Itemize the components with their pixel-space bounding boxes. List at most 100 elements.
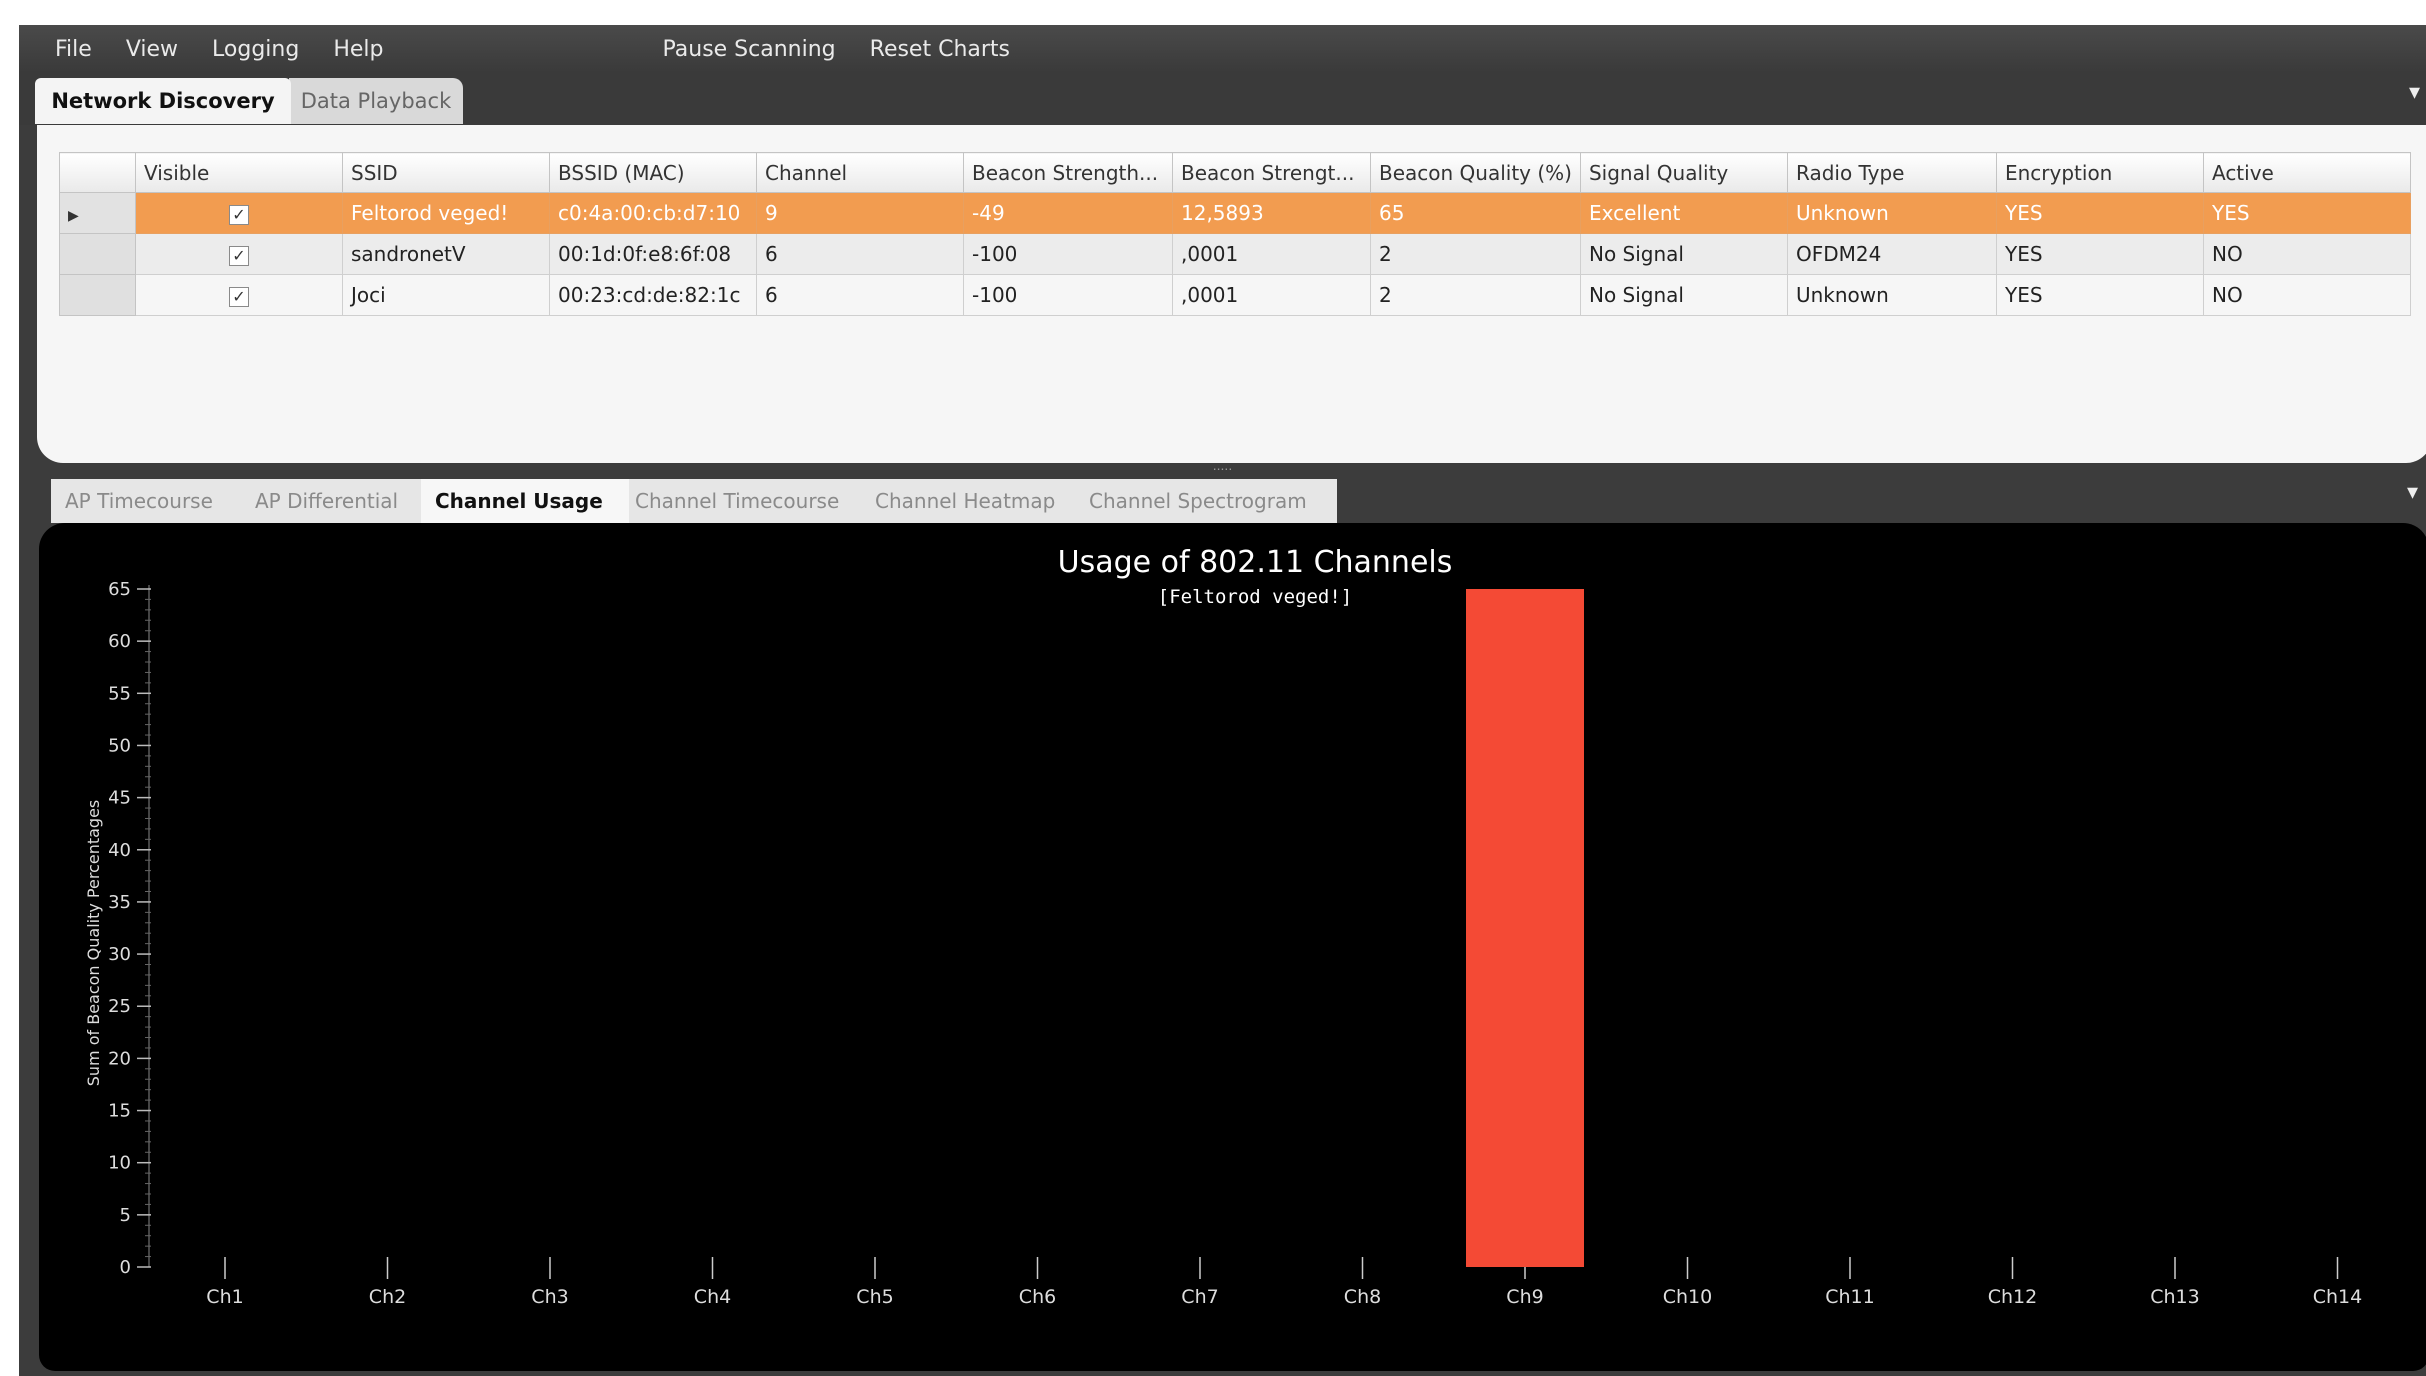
x-tick-label: Ch1 (206, 1286, 243, 1308)
channel-cell: 6 (756, 274, 964, 316)
pause-scanning-button[interactable]: Pause Scanning (645, 37, 852, 62)
signal-quality-cell: Excellent (1579, 192, 1788, 234)
row-selector[interactable] (59, 233, 136, 275)
bssid-cell: 00:23:cd:de:82:1c (549, 274, 757, 316)
signal-quality-cell: No Signal (1579, 233, 1788, 275)
tab-channel-usage[interactable]: Channel Usage (421, 479, 629, 523)
column-header[interactable]: SSID (342, 152, 550, 193)
visible-cell: ✓ (135, 192, 343, 234)
ssid-cell: sandronetV (342, 233, 550, 275)
beacon-quality-cell: 2 (1370, 274, 1581, 316)
network-list-panel: Visible SSID BSSID (MAC) Channel Beacon … (37, 125, 2426, 463)
ssid-cell: Feltorod veged! (342, 192, 550, 234)
chart-panel-menu-icon[interactable]: ▾ (2407, 479, 2418, 505)
x-tick-label: Ch14 (2313, 1286, 2363, 1308)
tab-network-discovery[interactable]: Network Discovery (35, 78, 291, 124)
beacon-strength-dbm-cell: -49 (963, 192, 1173, 234)
tab-data-playback[interactable]: Data Playback (289, 78, 463, 124)
x-tick-label: Ch7 (1181, 1286, 1218, 1308)
column-header[interactable]: Encryption (1995, 152, 2204, 193)
beacon-quality-cell: 65 (1370, 192, 1581, 234)
signal-quality-cell: No Signal (1579, 274, 1788, 316)
x-tick-label: Ch6 (1019, 1286, 1056, 1308)
y-tick-label: 35 (108, 892, 131, 913)
y-tick-label: 45 (108, 788, 131, 809)
column-header[interactable]: Active (2202, 152, 2411, 193)
y-tick-label: 40 (108, 840, 131, 861)
table-row[interactable]: ✓ Joci 00:23:cd:de:82:1c 6 -100 ,0001 2 … (59, 274, 2411, 316)
beacon-strength-mw-cell: 12,5893 (1172, 192, 1371, 234)
x-tick-label: Ch9 (1506, 1286, 1543, 1308)
grid-header-rowselector (59, 152, 136, 193)
top-tab-bar: Network Discovery Data Playback ▾ (19, 73, 2426, 125)
beacon-strength-dbm-cell: -100 (963, 233, 1173, 275)
radio-type-cell: OFDM24 (1786, 233, 1997, 275)
channel-cell: 6 (756, 233, 964, 275)
tab-ap-differential[interactable]: AP Differential (241, 479, 429, 523)
chart-tab-bar: AP Timecourse AP Differential Channel Us… (19, 473, 2426, 523)
table-row[interactable]: ▶ ✓ Feltorod veged! c0:4a:00:cb:d7:10 9 … (59, 192, 2411, 234)
x-tick-label: Ch13 (2150, 1286, 2200, 1308)
reset-charts-button[interactable]: Reset Charts (853, 37, 1027, 62)
column-header[interactable]: Beacon Quality (%) (1370, 152, 1581, 193)
y-tick-label: 50 (108, 735, 131, 756)
radio-type-cell: Unknown (1786, 192, 1997, 234)
menu-logging[interactable]: Logging (195, 37, 316, 62)
active-cell: YES (2202, 192, 2411, 234)
visible-checkbox[interactable]: ✓ (229, 245, 249, 266)
chart-title: Usage of 802.11 Channels (1058, 545, 1453, 580)
panel-menu-icon[interactable]: ▾ (2409, 79, 2420, 105)
encryption-cell: YES (1995, 192, 2204, 234)
y-tick-label: 25 (108, 996, 131, 1017)
y-tick-label: 20 (108, 1048, 131, 1069)
y-tick-label: 15 (108, 1101, 131, 1122)
tab-ap-timecourse[interactable]: AP Timecourse (51, 479, 247, 523)
x-tick-label: Ch12 (1988, 1286, 2038, 1308)
visible-cell: ✓ (135, 233, 343, 275)
encryption-cell: YES (1995, 233, 2204, 275)
row-pointer-icon: ▶ (68, 208, 79, 224)
channel-usage-chart: Usage of 802.11 Channels [Feltorod veged… (39, 523, 2426, 1371)
tab-channel-spectrogram[interactable]: Channel Spectrogram (1075, 479, 1337, 523)
grid-header-row: Visible SSID BSSID (MAC) Channel Beacon … (59, 152, 2411, 193)
table-row[interactable]: ✓ sandronetV 00:1d:0f:e8:6f:08 6 -100 ,0… (59, 233, 2411, 275)
column-header[interactable]: Beacon Strength... (963, 152, 1173, 193)
row-selector[interactable] (59, 274, 136, 316)
ssid-cell: Joci (342, 274, 550, 316)
column-header[interactable]: BSSID (MAC) (549, 152, 757, 193)
column-header[interactable]: Visible (135, 152, 343, 193)
menu-view[interactable]: View (109, 37, 195, 62)
encryption-cell: YES (1995, 274, 2204, 316)
x-tick-label: Ch2 (369, 1286, 406, 1308)
y-axis-label: Sum of Beacon Quality Percentages (84, 800, 103, 1087)
active-cell: NO (2202, 274, 2411, 316)
beacon-quality-cell: 2 (1370, 233, 1581, 275)
menu-bar: File View Logging Help Pause Scanning Re… (19, 25, 2426, 73)
x-tick-label: Ch3 (531, 1286, 568, 1308)
beacon-strength-mw-cell: ,0001 (1172, 233, 1371, 275)
menu-file[interactable]: File (19, 37, 109, 62)
column-header[interactable]: Signal Quality (1579, 152, 1788, 193)
chart-subtitle: [Feltorod veged!] (1158, 586, 1352, 608)
row-selector[interactable]: ▶ (59, 192, 136, 234)
axis-layer: 0 5 10 15 20 25 30 35 40 45 50 55 60 65 Ch1 Ch2 Ch3 Ch4 Ch… (108, 579, 2362, 1308)
visible-checkbox[interactable]: ✓ (229, 286, 249, 307)
y-tick-label: 10 (108, 1153, 131, 1174)
column-header[interactable]: Channel (756, 152, 964, 193)
radio-type-cell: Unknown (1786, 274, 1997, 316)
column-header[interactable]: Radio Type (1786, 152, 1997, 193)
menu-help[interactable]: Help (316, 37, 400, 62)
channel-cell: 9 (756, 192, 964, 234)
tab-channel-timecourse[interactable]: Channel Timecourse (621, 479, 867, 523)
active-cell: NO (2202, 233, 2411, 275)
column-header[interactable]: Beacon Strengt... (1172, 152, 1371, 193)
tab-channel-heatmap[interactable]: Channel Heatmap (861, 479, 1083, 523)
visible-checkbox[interactable]: ✓ (229, 204, 249, 225)
y-tick-label: 60 (108, 631, 131, 652)
bar-layer (1466, 589, 1584, 1267)
y-tick-label: 0 (120, 1257, 131, 1278)
bar-ch9 (1466, 589, 1584, 1267)
y-tick-label: 55 (108, 683, 131, 704)
chart-svg: Usage of 802.11 Channels [Feltorod veged… (84, 545, 2362, 1308)
app-window: File View Logging Help Pause Scanning Re… (19, 25, 2426, 1376)
